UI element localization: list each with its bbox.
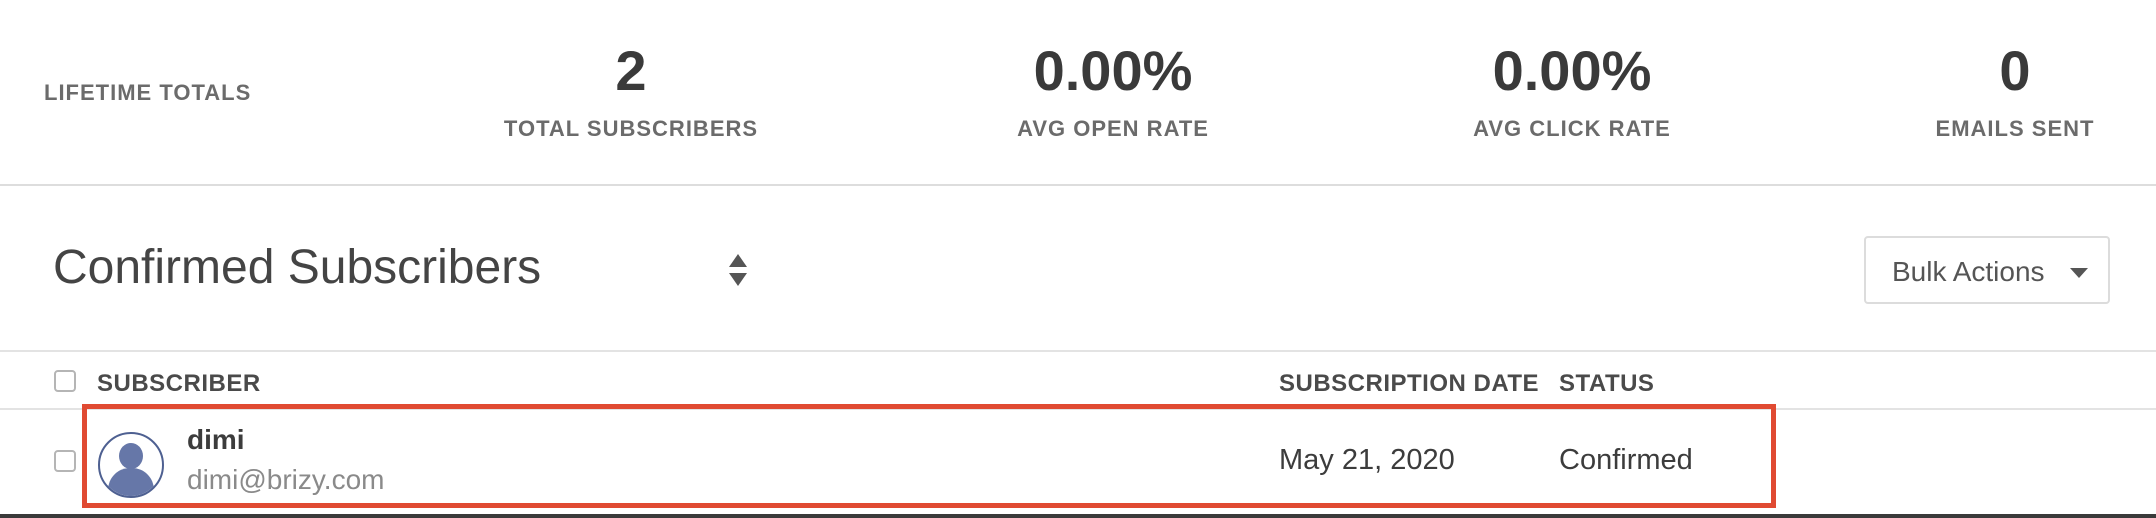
list-title: Confirmed Subscribers <box>53 241 542 294</box>
table-header: SUBSCRIBER SUBSCRIPTION DATE STATUS <box>0 350 2156 410</box>
status-badge: Confirmed <box>1559 444 1693 476</box>
sort-up-arrow-icon <box>729 254 747 267</box>
bottom-border <box>0 514 2156 518</box>
table-row[interactable]: dimi dimi@brizy.com May 21, 2020 Confirm… <box>0 410 2156 514</box>
column-header-subscription-date[interactable]: SUBSCRIPTION DATE <box>1279 370 1539 398</box>
stat-label: AVG OPEN RATE <box>1017 116 1209 141</box>
stat-avg-click-rate: 0.00% AVG CLICK RATE <box>1392 38 1752 142</box>
sort-arrows-icon[interactable] <box>726 252 750 290</box>
stat-label: TOTAL SUBSCRIBERS <box>503 116 759 141</box>
avatar <box>98 432 164 498</box>
select-all-checkbox[interactable] <box>54 370 76 392</box>
subscriber-name[interactable]: dimi <box>187 424 245 456</box>
stat-avg-open-rate: 0.00% AVG OPEN RATE <box>933 38 1293 142</box>
stat-value: 0.00% <box>1033 39 1193 102</box>
column-header-status[interactable]: STATUS <box>1559 370 1654 398</box>
stat-emails-sent: 0 EMAILS SENT <box>1835 38 2156 142</box>
caret-down-icon <box>2070 268 2088 278</box>
subscription-date: May 21, 2020 <box>1279 444 1455 476</box>
lifetime-totals-label: LIFETIME TOTALS <box>44 80 252 105</box>
bulk-actions-label: Bulk Actions <box>1892 256 2045 287</box>
stat-value: 0 <box>1999 39 2031 102</box>
bulk-actions-button[interactable]: Bulk Actions <box>1864 236 2110 304</box>
column-header-subscriber[interactable]: SUBSCRIBER <box>97 370 261 398</box>
stat-total-subscribers: 2 TOTAL SUBSCRIBERS <box>451 38 811 142</box>
sort-down-arrow-icon <box>729 273 747 286</box>
user-silhouette-body <box>108 468 154 496</box>
stat-value: 2 <box>615 39 647 102</box>
subscriber-email: dimi@brizy.com <box>187 464 385 495</box>
stat-value: 0.00% <box>1492 39 1652 102</box>
user-silhouette-icon <box>119 443 143 469</box>
stat-label: EMAILS SENT <box>1935 116 2095 141</box>
lifetime-stats-bar: LIFETIME TOTALS 2 TOTAL SUBSCRIBERS 0.00… <box>0 0 2156 186</box>
stat-label: AVG CLICK RATE <box>1473 116 1671 141</box>
row-checkbox[interactable] <box>54 450 76 472</box>
